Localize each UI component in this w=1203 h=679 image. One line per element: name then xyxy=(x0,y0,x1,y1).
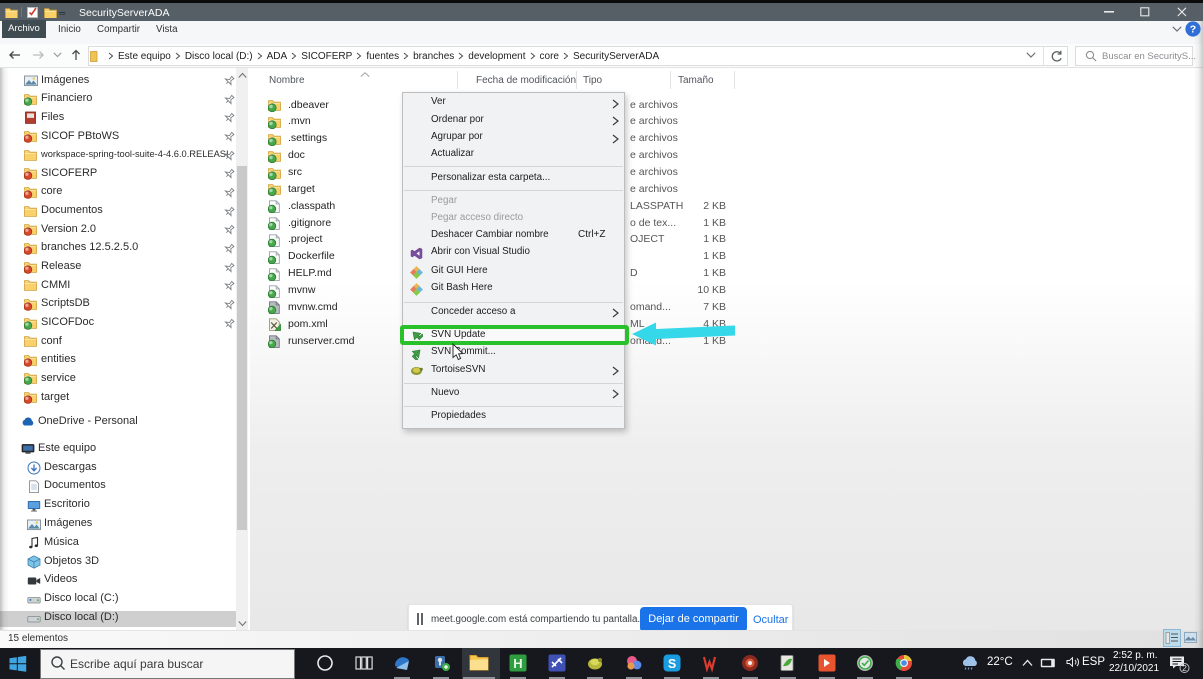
svg-text:H: H xyxy=(513,656,522,671)
svg-text:S: S xyxy=(668,657,676,671)
svg-text:2: 2 xyxy=(1182,663,1187,673)
svg-text:?: ? xyxy=(1190,24,1196,36)
